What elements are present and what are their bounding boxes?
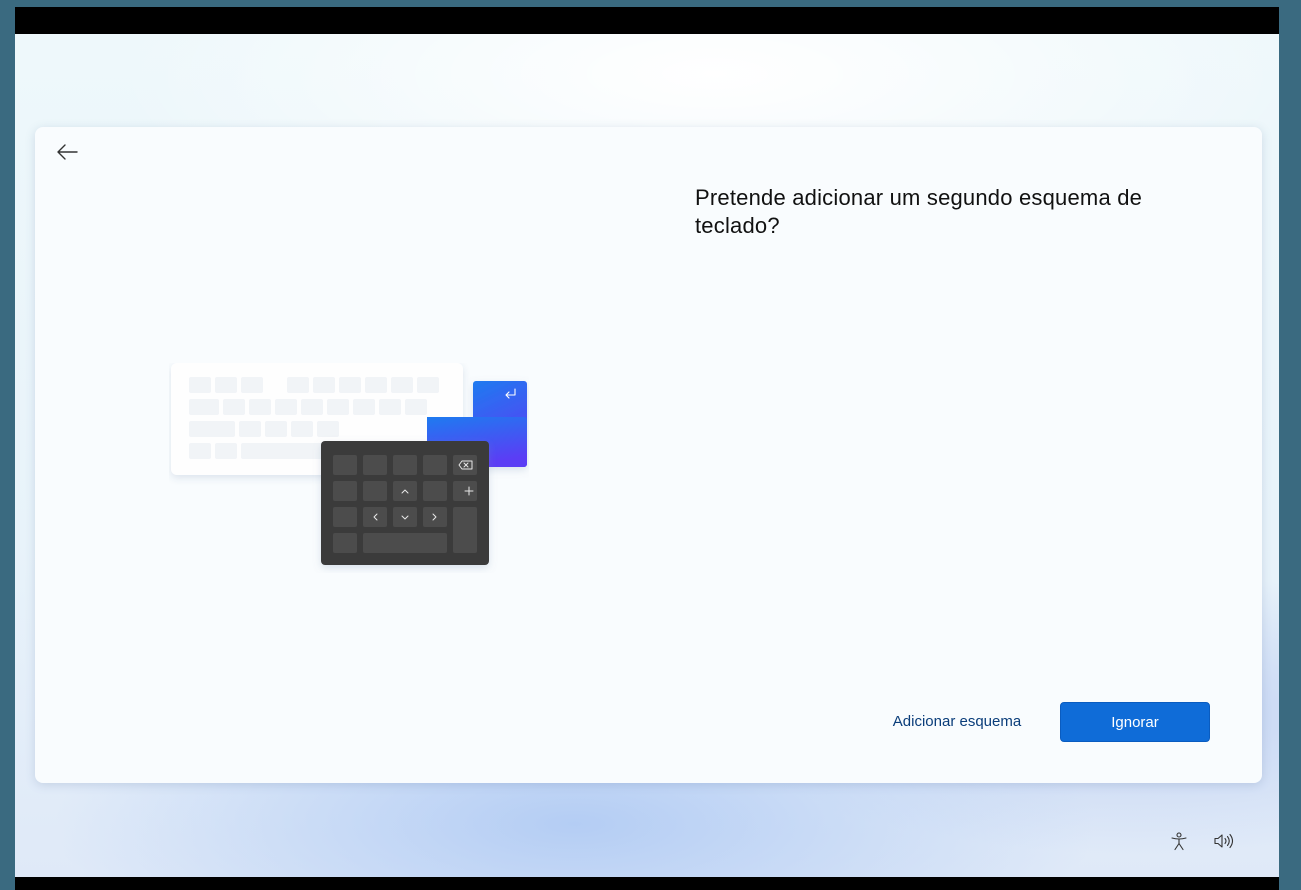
- volume-icon: [1214, 833, 1234, 849]
- oobe-background: Pretende adicionar um segundo esquema de…: [15, 34, 1279, 877]
- accessibility-button[interactable]: [1166, 828, 1192, 854]
- keyboard-illustration: [171, 363, 527, 565]
- screen: Pretende adicionar um segundo esquema de…: [15, 7, 1279, 890]
- add-layout-button[interactable]: Adicionar esquema: [867, 701, 1047, 741]
- volume-button[interactable]: [1211, 828, 1237, 854]
- accessibility-icon: [1171, 832, 1187, 851]
- skip-button[interactable]: Ignorar: [1060, 702, 1210, 742]
- back-arrow-icon: [57, 144, 78, 160]
- setup-card: Pretende adicionar um segundo esquema de…: [35, 127, 1262, 783]
- page-title: Pretende adicionar um segundo esquema de…: [695, 185, 1143, 238]
- numeric-keypad: [321, 441, 489, 565]
- back-button[interactable]: [49, 137, 85, 167]
